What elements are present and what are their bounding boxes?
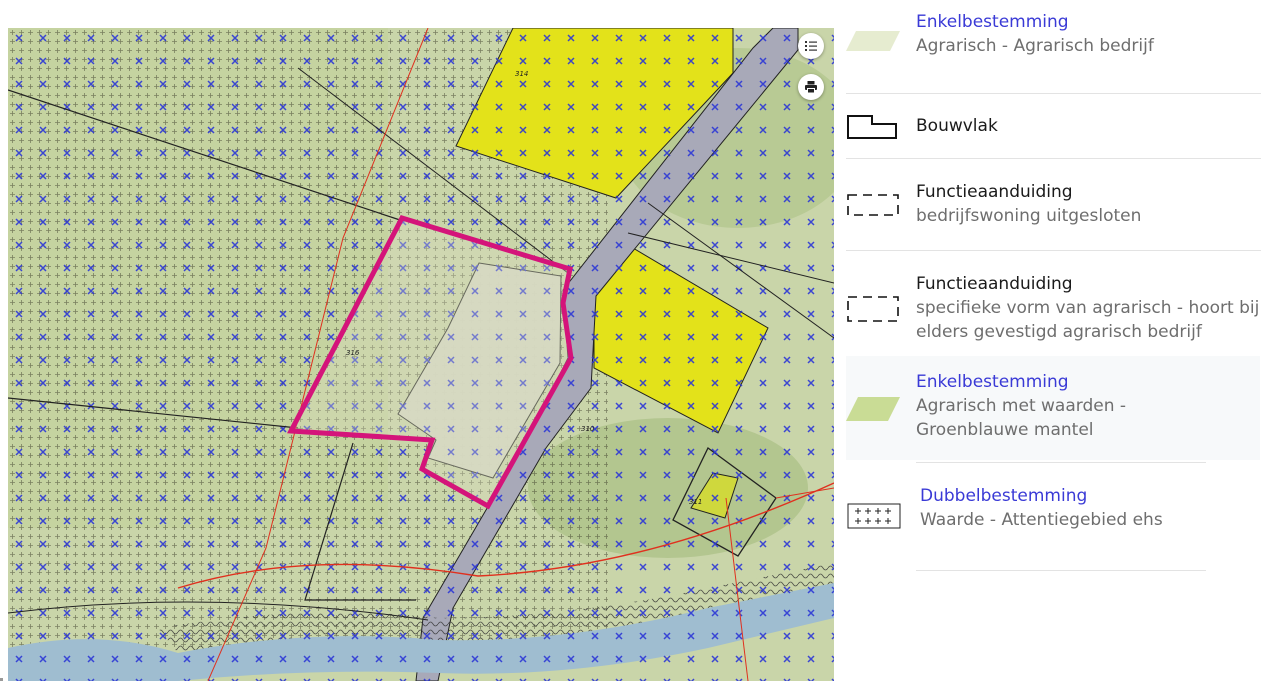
agrarisch-waarden-swatch-icon (846, 397, 900, 421)
legend-subtitle: Agrarisch met waarden - Groenblauwe mant… (916, 396, 1127, 440)
functieaanduiding-swatch-icon (847, 296, 899, 322)
legend-panel: Enkelbestemming Agrarisch - Agrarisch be… (836, 0, 1271, 681)
print-button[interactable] (798, 74, 824, 100)
legend-item-attentiegebied-ehs: Dubbelbestemming Waarde - Attentiegebied… (846, 484, 1260, 544)
legend-item-groenblauwe-mantel: Enkelbestemming Agrarisch met waarden - … (846, 356, 1260, 460)
legend-item-agrarisch-bedrijf: Enkelbestemming Agrarisch - Agrarisch be… (846, 10, 1260, 90)
dubbelbestemming-swatch-icon (847, 503, 901, 529)
zoning-map[interactable]: 314 316 310 311 (8, 28, 834, 681)
legend-divider (916, 570, 1206, 571)
legend-item-bouwvlak: Bouwvlak (846, 112, 1260, 148)
legend-subtitle: Waarde - Attentiegebied ehs (920, 510, 1163, 530)
legend-item-specifieke-vorm: Functieaanduiding specifieke vorm van ag… (846, 272, 1260, 354)
functieaanduiding-swatch-icon (847, 194, 899, 216)
agrarisch-swatch-icon (846, 31, 900, 51)
parcel-label-311: 311 (689, 498, 702, 506)
legend-subtitle: Agrarisch - Agrarisch bedrijf (916, 36, 1154, 56)
legend-title: Functieaanduiding (916, 182, 1073, 202)
parcel-label-314: 314 (515, 70, 528, 78)
legend-title: Bouwvlak (916, 116, 998, 136)
parcel-label-310: 310 (581, 425, 595, 433)
legend-divider (846, 250, 1261, 251)
legend-title: Functieaanduiding (916, 274, 1073, 294)
bouwvlak-swatch-icon (847, 115, 897, 139)
legend-divider (846, 93, 1261, 94)
legend-toggle-button[interactable] (798, 33, 824, 59)
legend-title[interactable]: Enkelbestemming (916, 10, 1260, 34)
legend-subtitle: specifieke vorm van agrarisch - hoort bi… (916, 298, 1260, 342)
legend-title[interactable]: Dubbelbestemming (920, 484, 1260, 508)
legend-divider (916, 462, 1206, 463)
legend-title[interactable]: Enkelbestemming (916, 370, 1260, 394)
print-icon (805, 81, 817, 94)
legend-divider (846, 158, 1261, 159)
legend-subtitle: bedrijfswoning uitgesloten (916, 206, 1142, 226)
legend-item-bedrijfswoning-uitgesloten: Functieaanduiding bedrijfswoning uitgesl… (846, 178, 1260, 238)
map-canvas: 314 316 310 311 (8, 28, 834, 681)
legend-toggle-icon (805, 41, 817, 51)
parcel-label-316: 316 (346, 349, 360, 357)
